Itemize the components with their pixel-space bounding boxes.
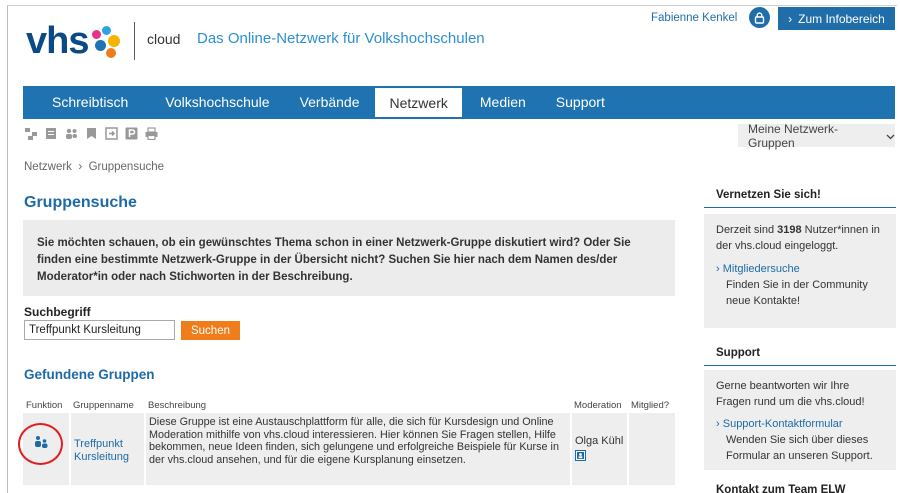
nav-volkshochschule[interactable]: Volkshochschule (154, 86, 299, 117)
member-search-link[interactable]: › Mitgliedersuche (716, 261, 886, 277)
results-table: Funktion Gruppenname Beschreibung Modera… (18, 398, 675, 485)
group-name-link[interactable]: Treffpunkt Kursleitung (74, 438, 141, 464)
sidebar-support-box: Gerne beantworten wir Ihre Fragen rund u… (704, 370, 896, 470)
col-beschreibung: Beschreibung (148, 400, 207, 411)
network-icon[interactable] (25, 127, 38, 140)
sidebar-network-box: Derzeit sind 3198 Nutzer*innen in der vh… (704, 214, 896, 328)
lock-icon (754, 11, 765, 24)
logo-text: vhs (26, 20, 89, 62)
message-moderator-icon[interactable] (575, 450, 586, 464)
my-groups-label: Meine Netzwerk-Gruppen (748, 121, 839, 150)
search-input[interactable] (24, 320, 175, 340)
intro-text: Sie möchten schauen, ob ein gewünschtes … (23, 220, 675, 296)
support-form-link[interactable]: › Support-Kontaktformular (716, 416, 886, 432)
chevron-right-icon: › (716, 418, 720, 430)
member-search-desc: Finden Sie in der Community neue Kontakt… (726, 279, 868, 307)
tagline: Das Online-Netzwerk für Volkshochschulen (197, 30, 485, 47)
support-form-desc: Wenden Sie sich über dieses Formular an … (726, 434, 873, 462)
member-search-label: Mitgliedersuche (722, 263, 800, 275)
p-icon[interactable] (125, 127, 138, 140)
my-groups-dropdown[interactable]: Meine Netzwerk-Gruppen (738, 121, 895, 150)
bookmark-icon[interactable] (85, 127, 98, 140)
breadcrumb-current: Gruppensuche (88, 161, 165, 173)
vhs-logo[interactable]: vhs (26, 18, 121, 62)
page-title: Gruppensuche (24, 194, 137, 211)
nav-netzwerk[interactable]: Netzwerk (374, 88, 462, 117)
login-icon[interactable] (105, 127, 118, 140)
breadcrumb: Netzwerk › Gruppensuche (24, 161, 164, 173)
document-icon[interactable] (45, 127, 58, 140)
moderation-cell: Olga Kühl (570, 413, 628, 485)
member-cell (627, 413, 675, 485)
logo-cloud-label: cloud (147, 31, 181, 47)
online-users-prefix: Derzeit sind (716, 224, 778, 236)
logo-separator (134, 22, 135, 60)
breadcrumb-root[interactable]: Netzwerk (24, 161, 72, 173)
function-cell (18, 413, 70, 485)
user-name-link[interactable]: Fabienne Kenkel (651, 12, 737, 24)
chevron-right-icon: › (716, 263, 720, 275)
group-description: Diese Gruppe ist eine Austauschplattform… (149, 416, 559, 467)
search-label: Suchbegriff (24, 305, 91, 319)
online-users-text: Derzeit sind 3198 Nutzer*innen in der vh… (716, 222, 886, 254)
col-moderation: Moderation (574, 400, 622, 411)
toolbar (25, 127, 158, 140)
online-users-count: 3198 (777, 224, 802, 236)
nav-support[interactable]: Support (538, 86, 621, 117)
support-form-label: Support-Kontaktformular (722, 418, 843, 430)
nav-medien[interactable]: Medien (462, 86, 538, 117)
info-area-label: Zum Infobereich (798, 11, 885, 26)
info-area-button[interactable]: › Zum Infobereich (778, 7, 895, 30)
print-icon[interactable] (145, 127, 158, 140)
group-name-cell: Treffpunkt Kursleitung (69, 413, 145, 485)
description-cell: Diese Gruppe ist eine Austauschplattform… (144, 413, 571, 485)
search-button[interactable]: Suchen (181, 321, 240, 340)
sidebar-contact-title: Kontakt zum Team ELW (716, 484, 846, 493)
sidebar: Vernetzen Sie sich! Derzeit sind 3198 Nu… (704, 189, 896, 493)
sidebar-support-title: Support (704, 347, 896, 366)
col-mitglied: Mitglied? (631, 400, 670, 411)
results-title: Gefundene Gruppen (24, 367, 155, 382)
logout-lock-button[interactable] (749, 7, 770, 28)
chevron-down-icon (886, 129, 895, 143)
main-nav: Schreibtisch Volkshochschule Verbände Ne… (23, 86, 895, 117)
col-gruppenname: Gruppenname (73, 400, 134, 411)
people-icon[interactable] (65, 127, 78, 140)
moderator-name: Olga Kühl (575, 435, 624, 447)
nav-underline (23, 117, 895, 119)
nav-schreibtisch[interactable]: Schreibtisch (23, 86, 154, 117)
table-row: Treffpunkt Kursleitung Diese Gruppe ist … (18, 413, 675, 485)
chevron-right-icon: › (788, 11, 793, 26)
sidebar-network-title: Vernetzen Sie sich! (704, 189, 896, 208)
logo-dots-icon (90, 26, 121, 60)
join-group-icon[interactable] (33, 435, 49, 452)
col-funktion: Funktion (26, 400, 63, 411)
nav-verbaende[interactable]: Verbände (300, 86, 375, 117)
breadcrumb-separator: › (75, 161, 86, 173)
support-text: Gerne beantworten wir Ihre Fragen rund u… (716, 380, 865, 408)
